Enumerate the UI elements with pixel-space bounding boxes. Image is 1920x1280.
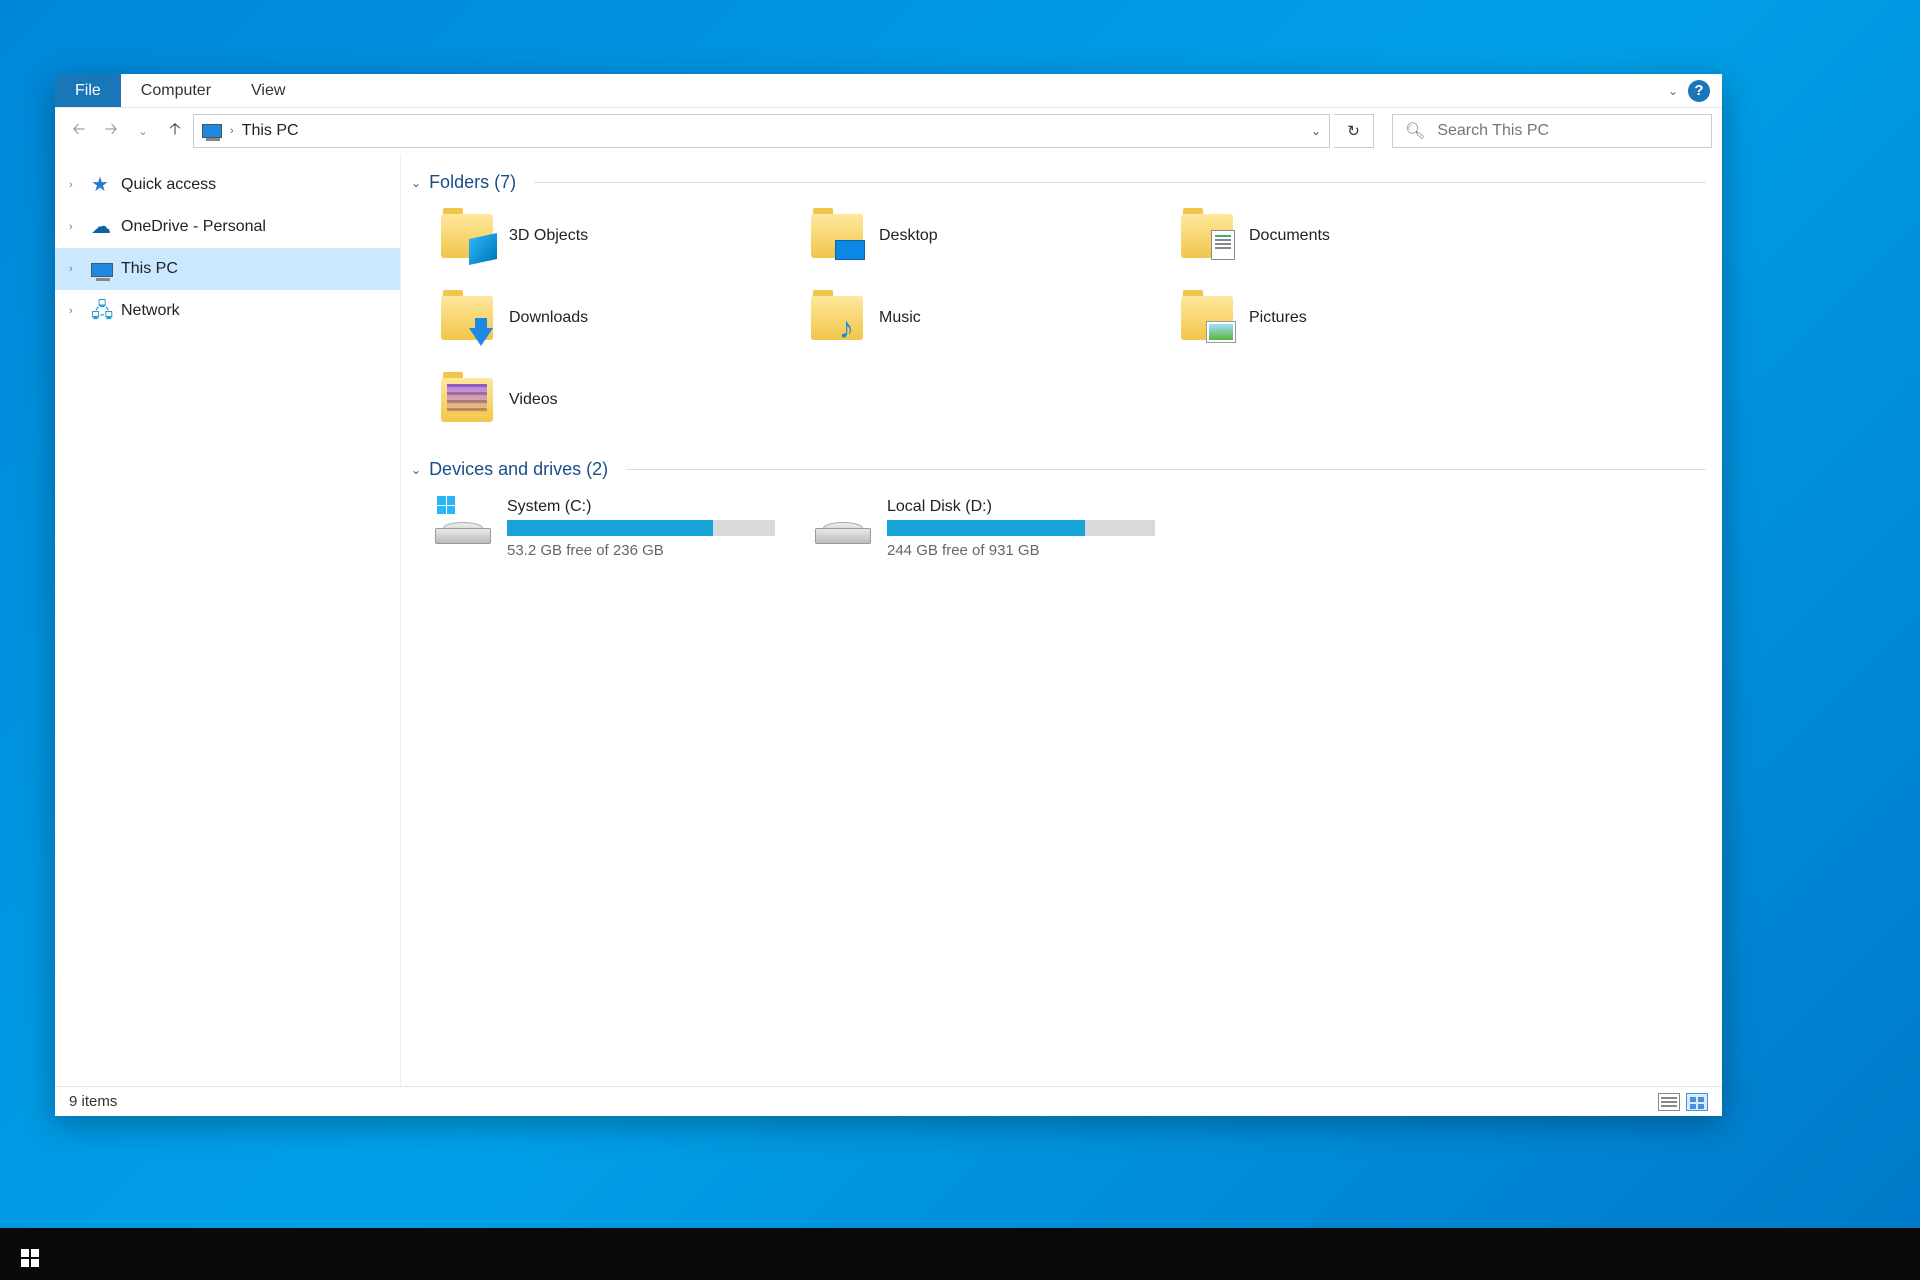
sidebar-item-quick-access[interactable]: › ★ Quick access	[55, 164, 400, 206]
divider	[626, 469, 1706, 470]
item-count: 9 items	[69, 1093, 117, 1110]
file-explorer-window: File Computer View ⌄ ? 🡠 🡢 ⌄ 🡡 › This PC…	[55, 74, 1722, 1116]
taskbar	[0, 1228, 1920, 1280]
sidebar-item-label: OneDrive - Personal	[121, 218, 266, 236]
drive-system-c-[interactable]: System (C:) 53.2 GB free of 236 GB	[435, 498, 775, 559]
sidebar-item-label: Network	[121, 302, 180, 320]
navigation-bar: 🡠 🡢 ⌄ 🡡 › This PC ⌄ ↻ 🔍︎	[55, 108, 1722, 154]
cloud-icon: ☁	[91, 216, 113, 238]
folder-icon	[441, 296, 493, 340]
drive-local-disk-d-[interactable]: Local Disk (D:) 244 GB free of 931 GB	[815, 498, 1155, 559]
ribbon-minimize-icon[interactable]: ⌄	[1668, 84, 1678, 98]
tab-view[interactable]: View	[231, 74, 305, 107]
network-icon: 🖧	[91, 300, 113, 322]
folder-desktop[interactable]: Desktop	[811, 209, 1171, 263]
folder-label: Pictures	[1249, 309, 1307, 327]
expand-icon[interactable]: ›	[69, 179, 83, 191]
search-input[interactable]	[1437, 122, 1699, 140]
address-bar[interactable]: › This PC ⌄	[193, 114, 1330, 148]
explorer-body: › ★ Quick access › ☁ OneDrive - Personal › This…	[55, 154, 1722, 1086]
folder-icon	[1181, 214, 1233, 258]
folder-downloads[interactable]: Downloads	[441, 291, 801, 345]
sidebar-item-onedrive-personal[interactable]: › ☁ OneDrive - Personal	[55, 206, 400, 248]
recent-locations-button[interactable]: ⌄	[129, 117, 157, 145]
folder-documents[interactable]: Documents	[1181, 209, 1541, 263]
folder-icon	[811, 214, 863, 258]
sidebar-item-network[interactable]: › 🖧 Network	[55, 290, 400, 332]
windows-badge-icon	[437, 496, 455, 514]
content-area: ⌄ Folders (7) 3D Objects Desktop Documents…	[401, 154, 1722, 1086]
expand-icon[interactable]: ›	[69, 263, 83, 275]
this-pc-icon	[202, 124, 222, 138]
folders-heading: Folders (7)	[429, 172, 516, 193]
folder-label: Music	[879, 309, 921, 327]
folder-pictures[interactable]: Pictures	[1181, 291, 1541, 345]
navigation-pane: › ★ Quick access › ☁ OneDrive - Personal › This…	[55, 154, 401, 1086]
folder-label: 3D Objects	[509, 227, 588, 245]
chevron-down-icon: ⌄	[411, 176, 421, 190]
address-location: This PC	[242, 122, 299, 140]
drive-icon	[815, 504, 871, 544]
divider	[534, 182, 1706, 183]
sidebar-item-label: This PC	[121, 260, 178, 278]
expand-icon[interactable]: ›	[69, 221, 83, 233]
drives-row: System (C:) 53.2 GB free of 236 GB Local D…	[411, 486, 1706, 559]
start-button[interactable]	[10, 1241, 50, 1267]
ribbon-bar: File Computer View ⌄ ?	[55, 74, 1722, 108]
details-view-button[interactable]	[1658, 1093, 1680, 1111]
status-bar: 9 items	[55, 1086, 1722, 1116]
tiles-view-button[interactable]	[1686, 1093, 1708, 1111]
back-button[interactable]: 🡠	[65, 117, 93, 145]
star-icon: ★	[91, 174, 113, 196]
drive-name: Local Disk (D:)	[887, 498, 1155, 516]
sidebar-item-label: Quick access	[121, 176, 216, 194]
help-icon[interactable]: ?	[1688, 80, 1710, 102]
folder-music[interactable]: ♪ Music	[811, 291, 1171, 345]
sidebar-item-this-pc[interactable]: › This PC	[55, 248, 400, 290]
windows-icon	[21, 1249, 39, 1267]
drives-heading: Devices and drives (2)	[429, 459, 608, 480]
folder-label: Videos	[509, 391, 558, 409]
folders-grid: 3D Objects Desktop Documents Downloads ♪ Musi…	[411, 199, 1706, 451]
drive-free-text: 244 GB free of 931 GB	[887, 542, 1155, 559]
folder-icon	[441, 214, 493, 258]
folder-icon	[441, 378, 493, 422]
folder-label: Downloads	[509, 309, 588, 327]
folder-icon: ♪	[811, 296, 863, 340]
folder-label: Documents	[1249, 227, 1330, 245]
folder-3d-objects[interactable]: 3D Objects	[441, 209, 801, 263]
search-icon: 🔍︎	[1405, 121, 1425, 141]
refresh-button[interactable]: ↻	[1334, 114, 1374, 148]
folders-group-header[interactable]: ⌄ Folders (7)	[411, 172, 1706, 193]
capacity-bar	[887, 520, 1155, 536]
monitor-icon	[91, 263, 113, 277]
up-button[interactable]: 🡡	[161, 117, 189, 145]
drive-free-text: 53.2 GB free of 236 GB	[507, 542, 775, 559]
drive-name: System (C:)	[507, 498, 775, 516]
drives-group-header[interactable]: ⌄ Devices and drives (2)	[411, 459, 1706, 480]
folder-icon	[1181, 296, 1233, 340]
forward-button[interactable]: 🡢	[97, 117, 125, 145]
search-box[interactable]: 🔍︎	[1392, 114, 1712, 148]
address-dropdown-icon[interactable]: ⌄	[1311, 124, 1321, 138]
tab-computer[interactable]: Computer	[121, 74, 231, 107]
expand-icon[interactable]: ›	[69, 305, 83, 317]
tab-file[interactable]: File	[55, 74, 121, 107]
breadcrumb-separator-icon: ›	[230, 125, 234, 137]
folder-label: Desktop	[879, 227, 938, 245]
folder-videos[interactable]: Videos	[441, 373, 801, 427]
chevron-down-icon: ⌄	[411, 463, 421, 477]
drive-icon	[435, 504, 491, 544]
capacity-bar	[507, 520, 775, 536]
